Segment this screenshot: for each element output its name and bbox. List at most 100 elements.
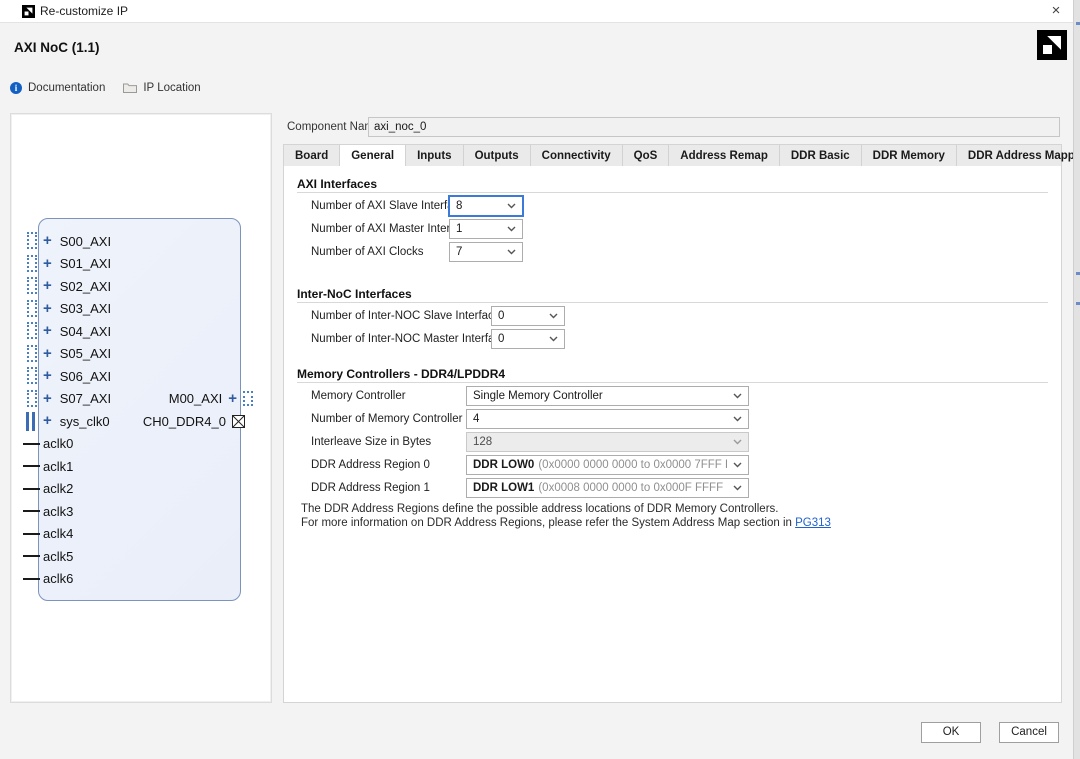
expand-plus-icon[interactable]: + (43, 321, 52, 341)
port-label: S03_AXI (60, 301, 111, 316)
port-label: S05_AXI (60, 346, 111, 361)
tab-ddr-address-mapping[interactable]: DDR Address Mapping (957, 145, 1080, 167)
port-s06-axi[interactable]: + S06_AXI (43, 365, 111, 387)
select-value: Single Memory Controller (473, 390, 727, 402)
port-label: sys_clk0 (60, 414, 110, 429)
expand-plus-icon[interactable]: + (43, 344, 52, 364)
ddr-note-line1: The DDR Address Regions define the possi… (301, 503, 778, 515)
tab-inputs[interactable]: Inputs (406, 145, 464, 167)
pin-label: aclk3 (43, 504, 73, 519)
expand-plus-icon[interactable]: + (43, 299, 52, 319)
port-label: S06_AXI (60, 369, 111, 384)
pin-label: aclk1 (43, 459, 73, 474)
title-bar: Re-customize IP × (0, 0, 1080, 23)
port-s03-axi[interactable]: + S03_AXI (43, 298, 111, 320)
clock-pin-icon (26, 412, 36, 431)
pin-aclk3[interactable]: aclk3 (43, 500, 73, 522)
chevron-down-icon (507, 203, 516, 209)
expand-plus-icon[interactable]: + (43, 389, 52, 409)
clock-stub-icon (23, 488, 40, 490)
inter-noc-master-select[interactable]: 0 (491, 329, 565, 349)
field-label: DDR Address Region 1 (311, 482, 430, 494)
field-label: Number of AXI Slave Interfaces (311, 200, 471, 212)
field-label: Number of Inter-NOC Slave Interfaces (311, 310, 506, 322)
page-title: AXI NoC (1.1) (14, 40, 100, 55)
folder-icon (123, 82, 137, 93)
axi-clocks-select[interactable]: 7 (449, 242, 523, 262)
divider (297, 192, 1048, 193)
interleave-size-select: 128 (466, 432, 749, 452)
port-s07-axi[interactable]: +S07_AXI (43, 388, 111, 410)
info-icon: i (10, 82, 22, 94)
close-icon[interactable]: × (1046, 1, 1066, 21)
port-s05-axi[interactable]: + S05_AXI (43, 343, 111, 365)
tab-address-remap[interactable]: Address Remap (669, 145, 780, 167)
select-value: 0 (498, 333, 543, 345)
form-row: Number of AXI Slave Interfaces (311, 196, 471, 216)
chevron-down-icon (733, 393, 742, 399)
axi-master-interfaces-select[interactable]: 1 (449, 219, 523, 239)
expand-plus-icon[interactable]: + (43, 276, 52, 296)
port-label: S02_AXI (60, 279, 111, 294)
port-s00-axi[interactable]: + S00_AXI (43, 230, 111, 252)
clock-stub-icon (23, 578, 40, 580)
port-sys-clk0[interactable]: + sys_clk0 (43, 410, 110, 432)
memory-controller-ports-select[interactable]: 4 (466, 409, 749, 429)
tab-outputs[interactable]: Outputs (464, 145, 531, 167)
port-label: S00_AXI (60, 234, 111, 249)
tab-ddr-basic[interactable]: DDR Basic (780, 145, 862, 167)
select-value: DDR LOW0 (473, 459, 534, 471)
clock-stub-icon (23, 533, 40, 535)
port-label: S01_AXI (60, 256, 111, 271)
form-row: Number of Inter-NOC Slave Interfaces (311, 306, 506, 326)
documentation-link[interactable]: Documentation (28, 82, 105, 94)
tab-board[interactable]: Board (284, 145, 340, 167)
memory-controller-select[interactable]: Single Memory Controller (466, 386, 749, 406)
expand-plus-icon[interactable]: + (43, 231, 52, 251)
select-value: 8 (456, 200, 501, 212)
general-tab-panel: AXI Interfaces Number of AXI Slave Inter… (283, 166, 1062, 703)
pin-aclk0[interactable]: aclk0 (43, 433, 73, 455)
port-m00-axi[interactable]: M00_AXI + (169, 388, 253, 410)
select-value: 128 (473, 436, 727, 448)
clock-stub-icon (23, 510, 40, 512)
tab-ddr-memory[interactable]: DDR Memory (862, 145, 957, 167)
ddr-address-region-0-select[interactable]: DDR LOW0 (0x0000 0000 0000 to 0x0000 7FF… (466, 455, 749, 475)
pin-aclk4[interactable]: aclk4 (43, 523, 73, 545)
expand-plus-icon[interactable]: + (43, 366, 52, 386)
cancel-button[interactable]: Cancel (999, 722, 1059, 743)
clock-stub-icon (23, 465, 40, 467)
select-value: 1 (456, 223, 501, 235)
select-value: 0 (498, 310, 543, 322)
component-name-field[interactable]: axi_noc_0 (368, 117, 1060, 137)
expand-plus-icon[interactable]: + (228, 389, 237, 409)
divider (297, 382, 1048, 383)
ddr-address-region-1-select[interactable]: DDR LOW1 (0x0008 0000 0000 to 0x000F FFF… (466, 478, 749, 498)
pin-aclk5[interactable]: aclk5 (43, 545, 73, 567)
form-row: Number of Inter-NOC Master Interfaces (311, 329, 512, 349)
ok-button[interactable]: OK (921, 722, 981, 743)
inter-noc-slave-select[interactable]: 0 (491, 306, 565, 326)
expand-plus-icon[interactable]: + (43, 411, 52, 431)
clock-stub-icon (23, 555, 40, 557)
tab-qos[interactable]: QoS (623, 145, 670, 167)
port-s02-axi[interactable]: + S02_AXI (43, 275, 111, 297)
port-s04-axi[interactable]: +S04_AXI (43, 320, 111, 342)
port-s01-axi[interactable]: + S01_AXI (43, 253, 111, 275)
port-ch0-ddr4-0[interactable]: CH0_DDR4_0 (143, 410, 245, 432)
field-label: DDR Address Region 0 (311, 459, 430, 471)
pin-aclk2[interactable]: aclk2 (43, 478, 73, 500)
expand-plus-icon[interactable]: + (43, 254, 52, 274)
pin-aclk6[interactable]: aclk6 (43, 568, 73, 590)
interface-pin-icon (243, 391, 253, 406)
axi-slave-interfaces-select[interactable]: 8 (449, 196, 523, 216)
pin-label: aclk6 (43, 571, 73, 586)
tab-general[interactable]: General (340, 145, 406, 167)
pin-aclk1[interactable]: aclk1 (43, 455, 73, 477)
tab-connectivity[interactable]: Connectivity (531, 145, 623, 167)
field-label: Number of AXI Clocks (311, 246, 423, 258)
pg313-link[interactable]: PG313 (795, 517, 831, 529)
ip-location-link[interactable]: IP Location (143, 82, 200, 94)
interface-pin-icon (27, 277, 37, 294)
port-label: CH0_DDR4_0 (143, 414, 226, 429)
